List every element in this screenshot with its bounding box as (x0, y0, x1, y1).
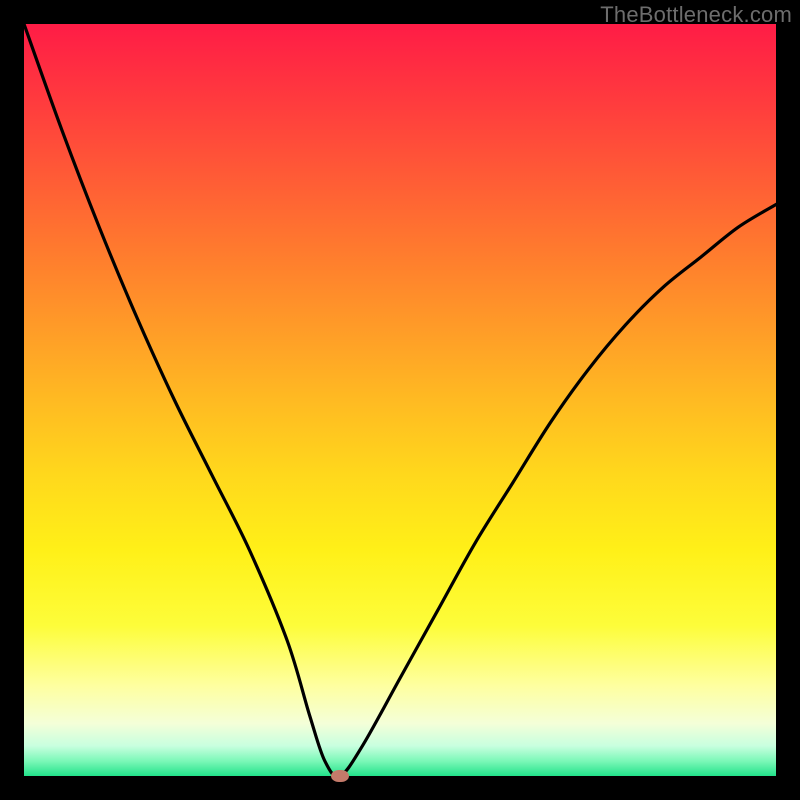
chart-frame: TheBottleneck.com (0, 0, 800, 800)
bottleneck-curve (24, 24, 776, 776)
optimal-marker (331, 770, 349, 782)
curve-svg (24, 24, 776, 776)
plot-area (24, 24, 776, 776)
